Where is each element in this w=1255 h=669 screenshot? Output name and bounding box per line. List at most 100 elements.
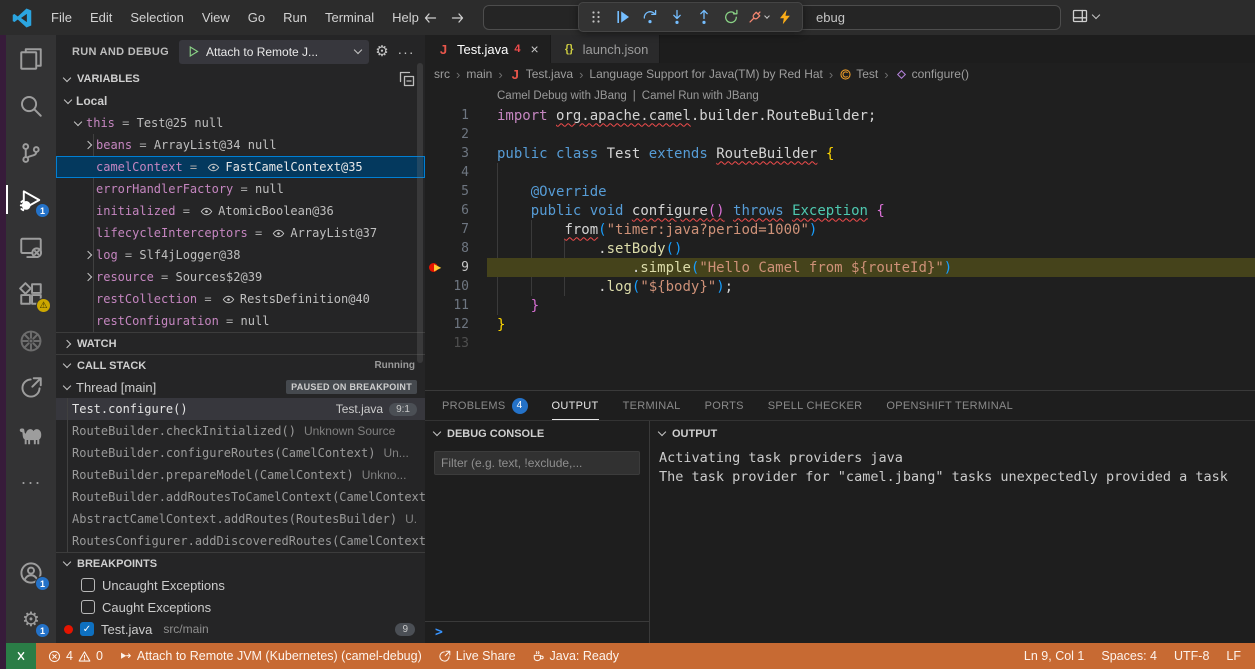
debug-console-filter-input[interactable] — [434, 451, 640, 475]
variable-row[interactable]: restConfiguration = null — [56, 310, 425, 332]
stack-frame[interactable]: RouteBuilder.configureRoutes(CamelContex… — [56, 442, 425, 464]
debug-console-repl-input[interactable]: > — [425, 621, 649, 643]
launch-configuration-button[interactable]: Attach to Remote J... — [179, 40, 369, 64]
code-line[interactable]: 11 } — [425, 296, 1255, 315]
breakpoint-checkbox[interactable] — [81, 578, 95, 592]
chevron-down-icon[interactable] — [74, 117, 82, 125]
status-item-java-ready[interactable]: Java: Ready — [532, 649, 619, 663]
code-line[interactable]: 13 — [425, 334, 1255, 353]
panel-tab-ports[interactable]: PORTS — [705, 391, 744, 420]
code-line[interactable]: 4 — [425, 163, 1255, 182]
extensions-activity-item[interactable]: ⚠ — [6, 270, 56, 317]
status-item-utf-8[interactable]: UTF-8 — [1174, 649, 1209, 663]
menu-run[interactable]: Run — [274, 0, 316, 35]
kubernetes-activity-item[interactable] — [6, 317, 56, 364]
variable-row[interactable]: this = Test@25 null — [56, 112, 425, 134]
chevron-right-icon[interactable] — [84, 273, 92, 281]
variable-row[interactable]: resource = Sources$2@39 — [56, 266, 425, 288]
gear-icon[interactable]: ⚙ — [373, 43, 391, 61]
menu-terminal[interactable]: Terminal — [316, 0, 383, 35]
variable-row[interactable]: restCollection = RestsDefinition@40 — [56, 288, 425, 310]
toolbar-drag-handle[interactable] — [584, 5, 608, 29]
forward-arrow-icon[interactable] — [450, 10, 466, 26]
panel-tab-problems[interactable]: PROBLEMS4 — [442, 391, 528, 420]
code-line[interactable]: 7 from("timer:java?period=1000") — [425, 220, 1255, 239]
camel-debug-button[interactable] — [773, 5, 797, 29]
editor-tab-launch-json[interactable]: {}launch.json — [551, 35, 661, 63]
variable-row[interactable]: log = Slf4jLogger@38 — [56, 244, 425, 266]
panel-tab-output[interactable]: OUTPUT — [552, 391, 599, 420]
breadcrumb-item-language-support-for-java-tm-by-red-hat[interactable]: Language Support for Java(TM) by Red Hat — [589, 67, 822, 81]
live-share-activity-item[interactable] — [6, 364, 56, 411]
settings-gear-activity-item[interactable]: ⚙1 — [6, 596, 56, 643]
panel-tab-terminal[interactable]: TERMINAL — [623, 391, 681, 420]
menu-selection[interactable]: Selection — [121, 0, 192, 35]
breadcrumb-item-test-java[interactable]: JTest.java — [509, 67, 573, 81]
code-line[interactable]: 6 public void configure() throws Excepti… — [425, 201, 1255, 220]
stack-frame[interactable]: AbstractCamelContext.addRoutes(RoutesBui… — [56, 508, 425, 530]
breakpoint-checkbox[interactable] — [81, 600, 95, 614]
continue-button[interactable] — [611, 5, 635, 29]
code-line[interactable]: 10 .log("${body}"); — [425, 277, 1255, 296]
menu-file[interactable]: File — [42, 0, 81, 35]
back-arrow-icon[interactable] — [422, 10, 438, 26]
accounts-activity-item[interactable]: 1 — [6, 549, 56, 596]
code-line[interactable]: 8 .setBody() — [425, 239, 1255, 258]
editor-tab-test-java[interactable]: JTest.java4× — [425, 35, 551, 63]
status-item-live-share[interactable]: Live Share — [438, 649, 516, 663]
code-area[interactable]: 1import org.apache.camel.builder.RouteBu… — [425, 106, 1255, 353]
breakpoint-row[interactable]: Caught Exceptions — [56, 596, 425, 618]
status-item-attach-to-remote-jvm-kubernetes-camel-debug[interactable]: Attach to Remote JVM (Kubernetes) (camel… — [119, 649, 422, 663]
call-stack-section-header[interactable]: CALL STACK Running — [56, 354, 425, 376]
variables-section-header[interactable]: VARIABLES — [56, 68, 425, 90]
more-activity-item[interactable]: ··· — [6, 458, 56, 505]
stack-frame[interactable]: RouteBuilder.checkInitialized()Unknown S… — [56, 420, 425, 442]
code-line[interactable]: ▶9 .simple("Hello Camel from ${routeId}"… — [425, 258, 1255, 277]
variable-row[interactable]: camelContext = FastCamelContext@35 — [56, 156, 425, 178]
variable-row[interactable]: initialized = AtomicBoolean@36 — [56, 200, 425, 222]
start-debug-icon[interactable] — [187, 45, 200, 58]
stack-frame[interactable]: RoutesConfigurer.addDiscoveredRoutes(Cam… — [56, 530, 425, 552]
code-line[interactable]: 3public class Test extends RouteBuilder … — [425, 144, 1255, 163]
menu-view[interactable]: View — [193, 0, 239, 35]
chevron-right-icon[interactable] — [84, 141, 92, 149]
breadcrumb-item-src[interactable]: src — [434, 67, 450, 81]
camel-activity-item[interactable] — [6, 411, 56, 458]
step-out-button[interactable] — [692, 5, 716, 29]
status-item-spaces-4[interactable]: Spaces: 4 — [1101, 649, 1157, 663]
stack-frame[interactable]: RouteBuilder.addRoutesToCamelContext(Cam… — [56, 486, 425, 508]
status-item-lf[interactable]: LF — [1226, 649, 1241, 663]
panel-tab-openshift-terminal[interactable]: OPENSHIFT TERMINAL — [886, 391, 1013, 420]
close-icon[interactable]: × — [530, 41, 538, 57]
chevron-down-icon[interactable] — [64, 95, 72, 103]
code-line[interactable]: 5 @Override — [425, 182, 1255, 201]
breadcrumb-item-test[interactable]: Test — [839, 67, 878, 81]
menu-go[interactable]: Go — [239, 0, 274, 35]
panel-tab-spell-checker[interactable]: SPELL CHECKER — [768, 391, 863, 420]
variable-row[interactable]: beans = ArrayList@34 null — [56, 134, 425, 156]
chevron-down-icon[interactable] — [354, 46, 362, 54]
breakpoint-row[interactable]: ✓Test.javasrc/main9 — [56, 618, 425, 640]
chevron-down-icon[interactable] — [764, 13, 770, 19]
menu-edit[interactable]: Edit — [81, 0, 121, 35]
variable-row[interactable]: Local — [56, 90, 425, 112]
status-item-ln-9-col-1[interactable]: Ln 9, Col 1 — [1024, 649, 1084, 663]
remote-explorer-activity-item[interactable] — [6, 223, 56, 270]
customize-layout-button[interactable] — [1072, 8, 1099, 24]
thread-row[interactable]: Thread [main] PAUSED ON BREAKPOINT — [56, 376, 425, 398]
more-actions-icon[interactable]: ··· — [395, 41, 417, 63]
code-line[interactable]: 12} — [425, 315, 1255, 334]
breakpoint-row[interactable]: Uncaught Exceptions — [56, 574, 425, 596]
breadcrumb-item-main[interactable]: main — [466, 67, 492, 81]
source-control-activity-item[interactable] — [6, 129, 56, 176]
code-line[interactable]: 1import org.apache.camel.builder.RouteBu… — [425, 106, 1255, 125]
watch-section-header[interactable]: WATCH — [56, 332, 425, 354]
output-header[interactable]: OUTPUT — [650, 421, 1255, 446]
sidebar-scrollbar[interactable] — [417, 63, 423, 363]
stack-frame[interactable]: RouteBuilder.prepareModel(CamelContext)U… — [56, 464, 425, 486]
code-line[interactable]: 2 — [425, 125, 1255, 144]
codelens-link[interactable]: Camel Run with JBang — [642, 90, 759, 106]
restart-button[interactable] — [719, 5, 743, 29]
debug-console-header[interactable]: DEBUG CONSOLE — [425, 421, 649, 446]
codelens-link[interactable]: Camel Debug with JBang — [497, 90, 627, 106]
